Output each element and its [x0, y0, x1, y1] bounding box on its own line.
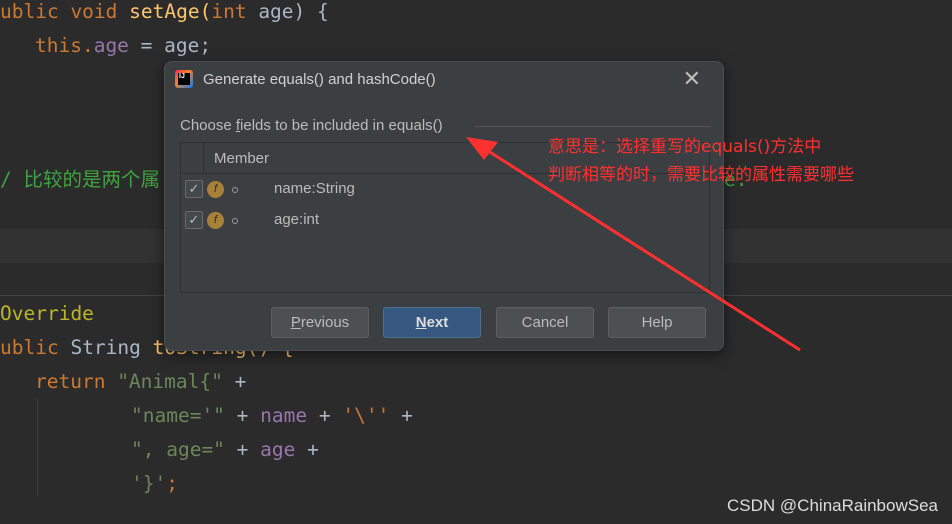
watermark: CSDN @ChinaRainbowSea — [727, 496, 938, 515]
annotation-note-line: 意思是：选择重写的equals()方法中 — [548, 137, 822, 157]
annotation-arrow — [466, 137, 801, 352]
annotation-note-line: 判断相等的时，需要比较的属性需要哪些 — [548, 165, 854, 185]
arrow-head-icon — [466, 137, 498, 160]
